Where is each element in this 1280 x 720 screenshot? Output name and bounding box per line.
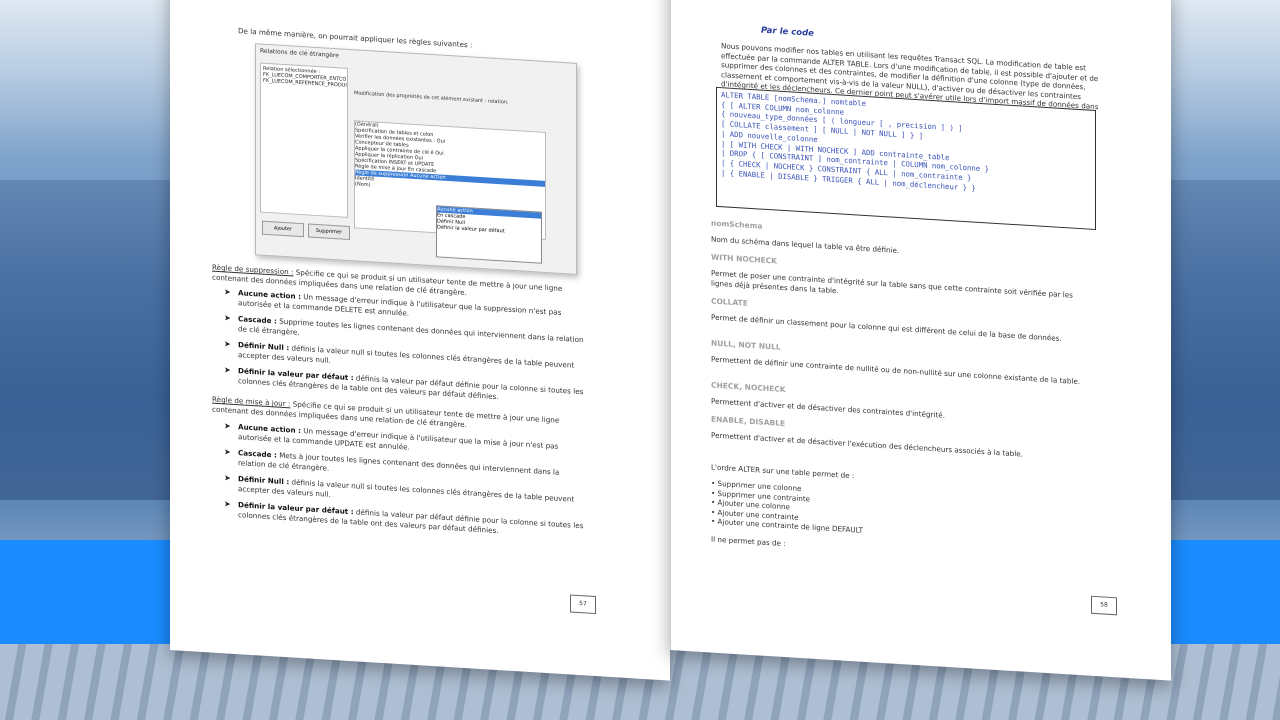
term-name: WITH NOCHECK [711,252,777,266]
dialog-title: Relations de clé étrangère [260,47,339,60]
add-button: Ajouter [262,220,304,238]
arrow-bullet-icon: ➤ [224,287,231,297]
rule-dropdown: Aucune action En cascade Définir Null Dé… [436,205,542,264]
page-number-right: 58 [1091,595,1117,616]
term-desc: Permet de poser une contrainte d'intégri… [711,268,1073,300]
term-name: nomSchema [711,218,763,231]
term-name: NULL, NOT NULL [711,338,781,352]
term-name: ENABLE, DISABLE [711,414,786,429]
arrow-bullet-icon: ➤ [224,473,231,483]
arrow-bullet-icon: ➤ [224,339,231,349]
delete-button: Supprimer [308,223,350,241]
section-title: Par le code [761,25,814,39]
term-desc: Permettent de définir une contrainte de … [711,354,1081,387]
left-page: De la même manière, on pourrait applique… [170,0,670,681]
arrow-bullet-icon: ➤ [224,365,231,375]
dialog-description: Modification des propriétés de cet éléme… [354,90,509,106]
alter-table-code-block: ALTER TABLE [nomSchema.] nomtable { [ AL… [716,86,1096,231]
arrow-bullet-icon: ➤ [224,313,231,323]
open-book: De la même manière, on pourrait applique… [170,0,1171,681]
term-name: CHECK, NOCHECK [711,380,786,395]
arrow-bullet-icon: ➤ [224,421,231,431]
arrow-bullet-icon: ➤ [224,499,231,509]
foreign-key-dialog-screenshot: Relations de clé étrangère Relation séle… [255,43,577,275]
term-desc: Permettent d'activer et de désactiver l'… [711,430,1023,459]
page-number-left: 57 [570,594,596,615]
term-name: COLLATE [711,296,748,308]
right-page: Par le code Nous pouvons modifier nos ta… [670,0,1171,681]
arrow-bullet-icon: ➤ [224,447,231,457]
term-desc: Permet de définir un classement pour la … [711,312,1062,343]
relation-list: Relation sélectionnée : FK_LUECOM_COMPOR… [260,62,348,218]
